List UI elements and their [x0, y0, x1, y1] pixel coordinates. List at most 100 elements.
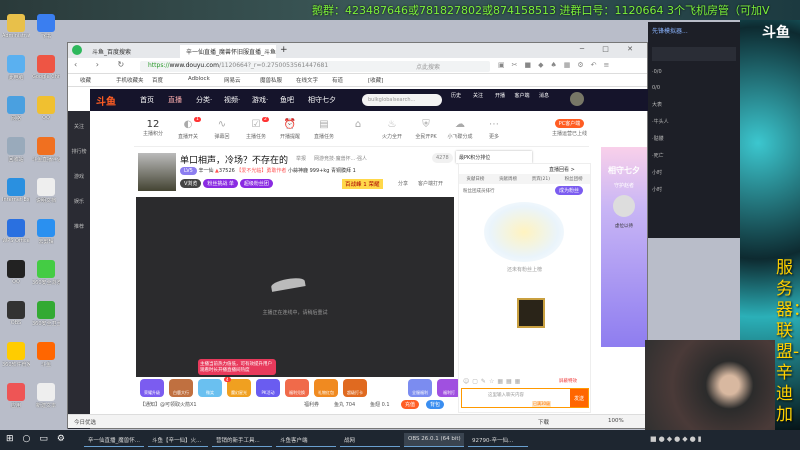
desktop-icon[interactable]: Google Chrome: [32, 55, 60, 80]
desktop-icon[interactable]: Administrator: [2, 14, 30, 39]
video-player[interactable]: 主播正在连线中，请稍后重试 主播当前热力值低，可有效提升用户观看时长开播直播间热…: [136, 197, 454, 377]
toolbar-item[interactable]: ⛨ 全民开PK: [408, 119, 444, 140]
desktop-icon[interactable]: 网络: [2, 96, 30, 122]
desktop-icon[interactable]: 回收站: [2, 137, 30, 163]
desktop-icon[interactable]: Internet Explorer: [2, 178, 30, 203]
bookmark-item[interactable]: 手机收藏夹: [116, 76, 144, 84]
breadcrumb[interactable]: 网游竞技·魔兽怀...·强人: [314, 155, 367, 162]
header-icon-button[interactable]: 历史: [448, 92, 464, 99]
extension-icons[interactable]: ▣✂■◆♠▦⚙↶≡: [498, 61, 616, 69]
gift-item[interactable]: 全服福利: [408, 379, 432, 397]
pc-client-button[interactable]: PC客户端: [554, 119, 585, 128]
tag-fans-challenge[interactable]: 粉丝挑战 单: [203, 179, 238, 188]
mute-effects-toggle[interactable]: 屏蔽特效: [559, 378, 577, 384]
toolbar-item[interactable]: ☁ 小飞碟分成: [442, 119, 478, 140]
start-and-search-icons[interactable]: ⊞○▭⚙: [6, 434, 74, 444]
chat-tab[interactable]: 粉丝团榜: [565, 176, 583, 182]
new-tab-button[interactable]: +: [280, 45, 288, 55]
desktop-icon[interactable]: WPS Office: [2, 219, 30, 244]
taskbar-item[interactable]: 斗鱼【辛一仙】火...: [148, 433, 208, 447]
nav-item[interactable]: 首页: [140, 95, 154, 105]
chat-tab[interactable]: 贡献日榜: [466, 176, 484, 182]
report-link[interactable]: 举报: [296, 155, 306, 162]
promo-badge[interactable]: 百战峰 1 荣耀: [342, 179, 383, 189]
share-button[interactable]: 分享: [398, 180, 408, 187]
taskbar-item[interactable]: 辛一仙直播_魔兽怀...: [84, 433, 144, 447]
toolbar-item[interactable]: ☑ 主播任务: [238, 119, 274, 140]
bookmark-item[interactable]: 在线文字: [296, 76, 318, 84]
nav-item[interactable]: 鱼吧: [280, 95, 294, 105]
gift-item[interactable]: 白鹿大行: [169, 379, 193, 397]
bookmark-item[interactable]: 百度: [152, 76, 163, 84]
desktop-icon[interactable]: 斗鱼直播伴侣: [32, 137, 60, 163]
dark-window-search[interactable]: [652, 47, 736, 61]
gift-item[interactable]: 礼物红包: [314, 379, 338, 397]
desktop-icon[interactable]: 360安全浏览器: [32, 260, 60, 286]
douyu-logo[interactable]: 斗鱼: [96, 93, 116, 108]
header-icon-button[interactable]: 关注: [470, 92, 486, 99]
toolbar-item[interactable]: ∿ 弹幕回: [204, 119, 240, 140]
douyu-search-input[interactable]: bulkglobalsearch...: [362, 94, 442, 106]
header-icon-button[interactable]: 消息: [536, 92, 552, 99]
nav-item[interactable]: 分类·: [196, 95, 212, 105]
sidebar-item[interactable]: 排行榜: [70, 148, 88, 155]
gift-item[interactable]: 超级打卡: [343, 379, 367, 397]
desktop-icon[interactable]: QQ: [32, 96, 60, 121]
send-button[interactable]: 发送: [570, 389, 588, 407]
toolbar-item[interactable]: ⏰ 开播提醒: [272, 119, 308, 140]
join-fans-button[interactable]: 成为粉丝: [555, 186, 584, 195]
window-controls[interactable]: ─ □ ✕: [580, 45, 641, 53]
nav-item[interactable]: 直播: [168, 95, 182, 105]
browser-search-input[interactable]: 点此搜索: [410, 61, 490, 72]
tab-baidu[interactable]: 斗鱼_百度搜索: [86, 45, 176, 58]
tab-douyu[interactable]: 辛一仙直播_魔兽怀旧服直播_斗鱼: [180, 45, 276, 58]
desktop-icon[interactable]: 斗鱼: [32, 342, 60, 368]
sidebar-item[interactable]: 娱乐: [70, 198, 88, 205]
chat-tab[interactable]: 贵宾(21): [532, 176, 550, 182]
desktop-icon[interactable]: 应用: [2, 383, 30, 409]
desktop-icon[interactable]: 此电脑: [2, 55, 30, 81]
toolbar-item[interactable]: ♨ 火力全开: [374, 119, 410, 140]
desktop-icon[interactable]: 360安全卫士: [32, 301, 60, 327]
bookmark-item[interactable]: [收藏]: [368, 76, 383, 84]
sidebar-item[interactable]: 游戏: [70, 173, 88, 180]
toolbar-item[interactable]: ▤ 直播任务: [306, 119, 342, 140]
promo-column[interactable]: 相守七夕 守护赵者 虚位以待: [601, 147, 647, 347]
streamer-name[interactable]: 辛一仙: [198, 168, 213, 174]
tray-icons[interactable]: ■●◆●◆●▮: [650, 435, 704, 443]
header-icon-button[interactable]: 开播: [492, 92, 508, 99]
backpack-button[interactable]: 背包: [426, 400, 445, 409]
toolbar-item[interactable]: ◐ 直播开关: [170, 119, 206, 140]
taskbar-item[interactable]: 战网: [340, 433, 400, 447]
desktop-icon[interactable]: 飞书: [32, 14, 60, 40]
bookmark-item[interactable]: 网易云: [224, 76, 241, 84]
taskbar-item[interactable]: 92790-辛一仙...: [468, 433, 528, 447]
bookmark-item[interactable]: 魔兽私服: [260, 76, 282, 84]
sidebar-item[interactable]: 关注: [70, 123, 88, 130]
taskbar-item[interactable]: OBS 26.0.1 (64 bit): [404, 433, 464, 447]
url-input[interactable]: https://www.douyu.com/1120664?_r=0.27500…: [140, 61, 420, 72]
chat-tool-icons[interactable]: ☺▢✎☆▦▦▦: [463, 378, 523, 385]
nav-item[interactable]: 相守七夕: [308, 95, 336, 105]
desktop-icon[interactable]: 新建文本: [32, 383, 60, 409]
tag-super-fans[interactable]: 超级粉丝团: [239, 179, 273, 188]
chat-input[interactable]: 这里输入聊天内容: [488, 392, 524, 398]
desktop-icon[interactable]: OBS: [2, 301, 30, 326]
nav-item[interactable]: 游戏·: [252, 95, 268, 105]
replay-link[interactable]: 直播回看 >: [549, 166, 575, 173]
recharge-button[interactable]: 充值: [401, 400, 420, 409]
nav-item[interactable]: 视频·: [224, 95, 240, 105]
user-avatar[interactable]: [570, 92, 584, 106]
zoom-level[interactable]: 100%: [608, 418, 624, 424]
status-left[interactable]: 今日优选: [74, 418, 96, 426]
header-icon-button[interactable]: 客户端: [514, 92, 530, 99]
sidebar-item[interactable]: 推荐: [70, 223, 88, 230]
tag-v[interactable]: V浏览: [180, 179, 202, 188]
toolbar-item[interactable]: ⌂: [340, 119, 376, 133]
bookmark-item[interactable]: 收藏: [80, 76, 91, 84]
gift-item[interactable]: 魔幻星光: [227, 379, 251, 397]
gift-item[interactable]: 微笑: [198, 379, 222, 397]
bookmark-item[interactable]: Adblock: [188, 76, 210, 82]
gift-item[interactable]: 荣耀升级: [140, 379, 164, 397]
open-client-button[interactable]: 客户端打开: [418, 180, 443, 187]
